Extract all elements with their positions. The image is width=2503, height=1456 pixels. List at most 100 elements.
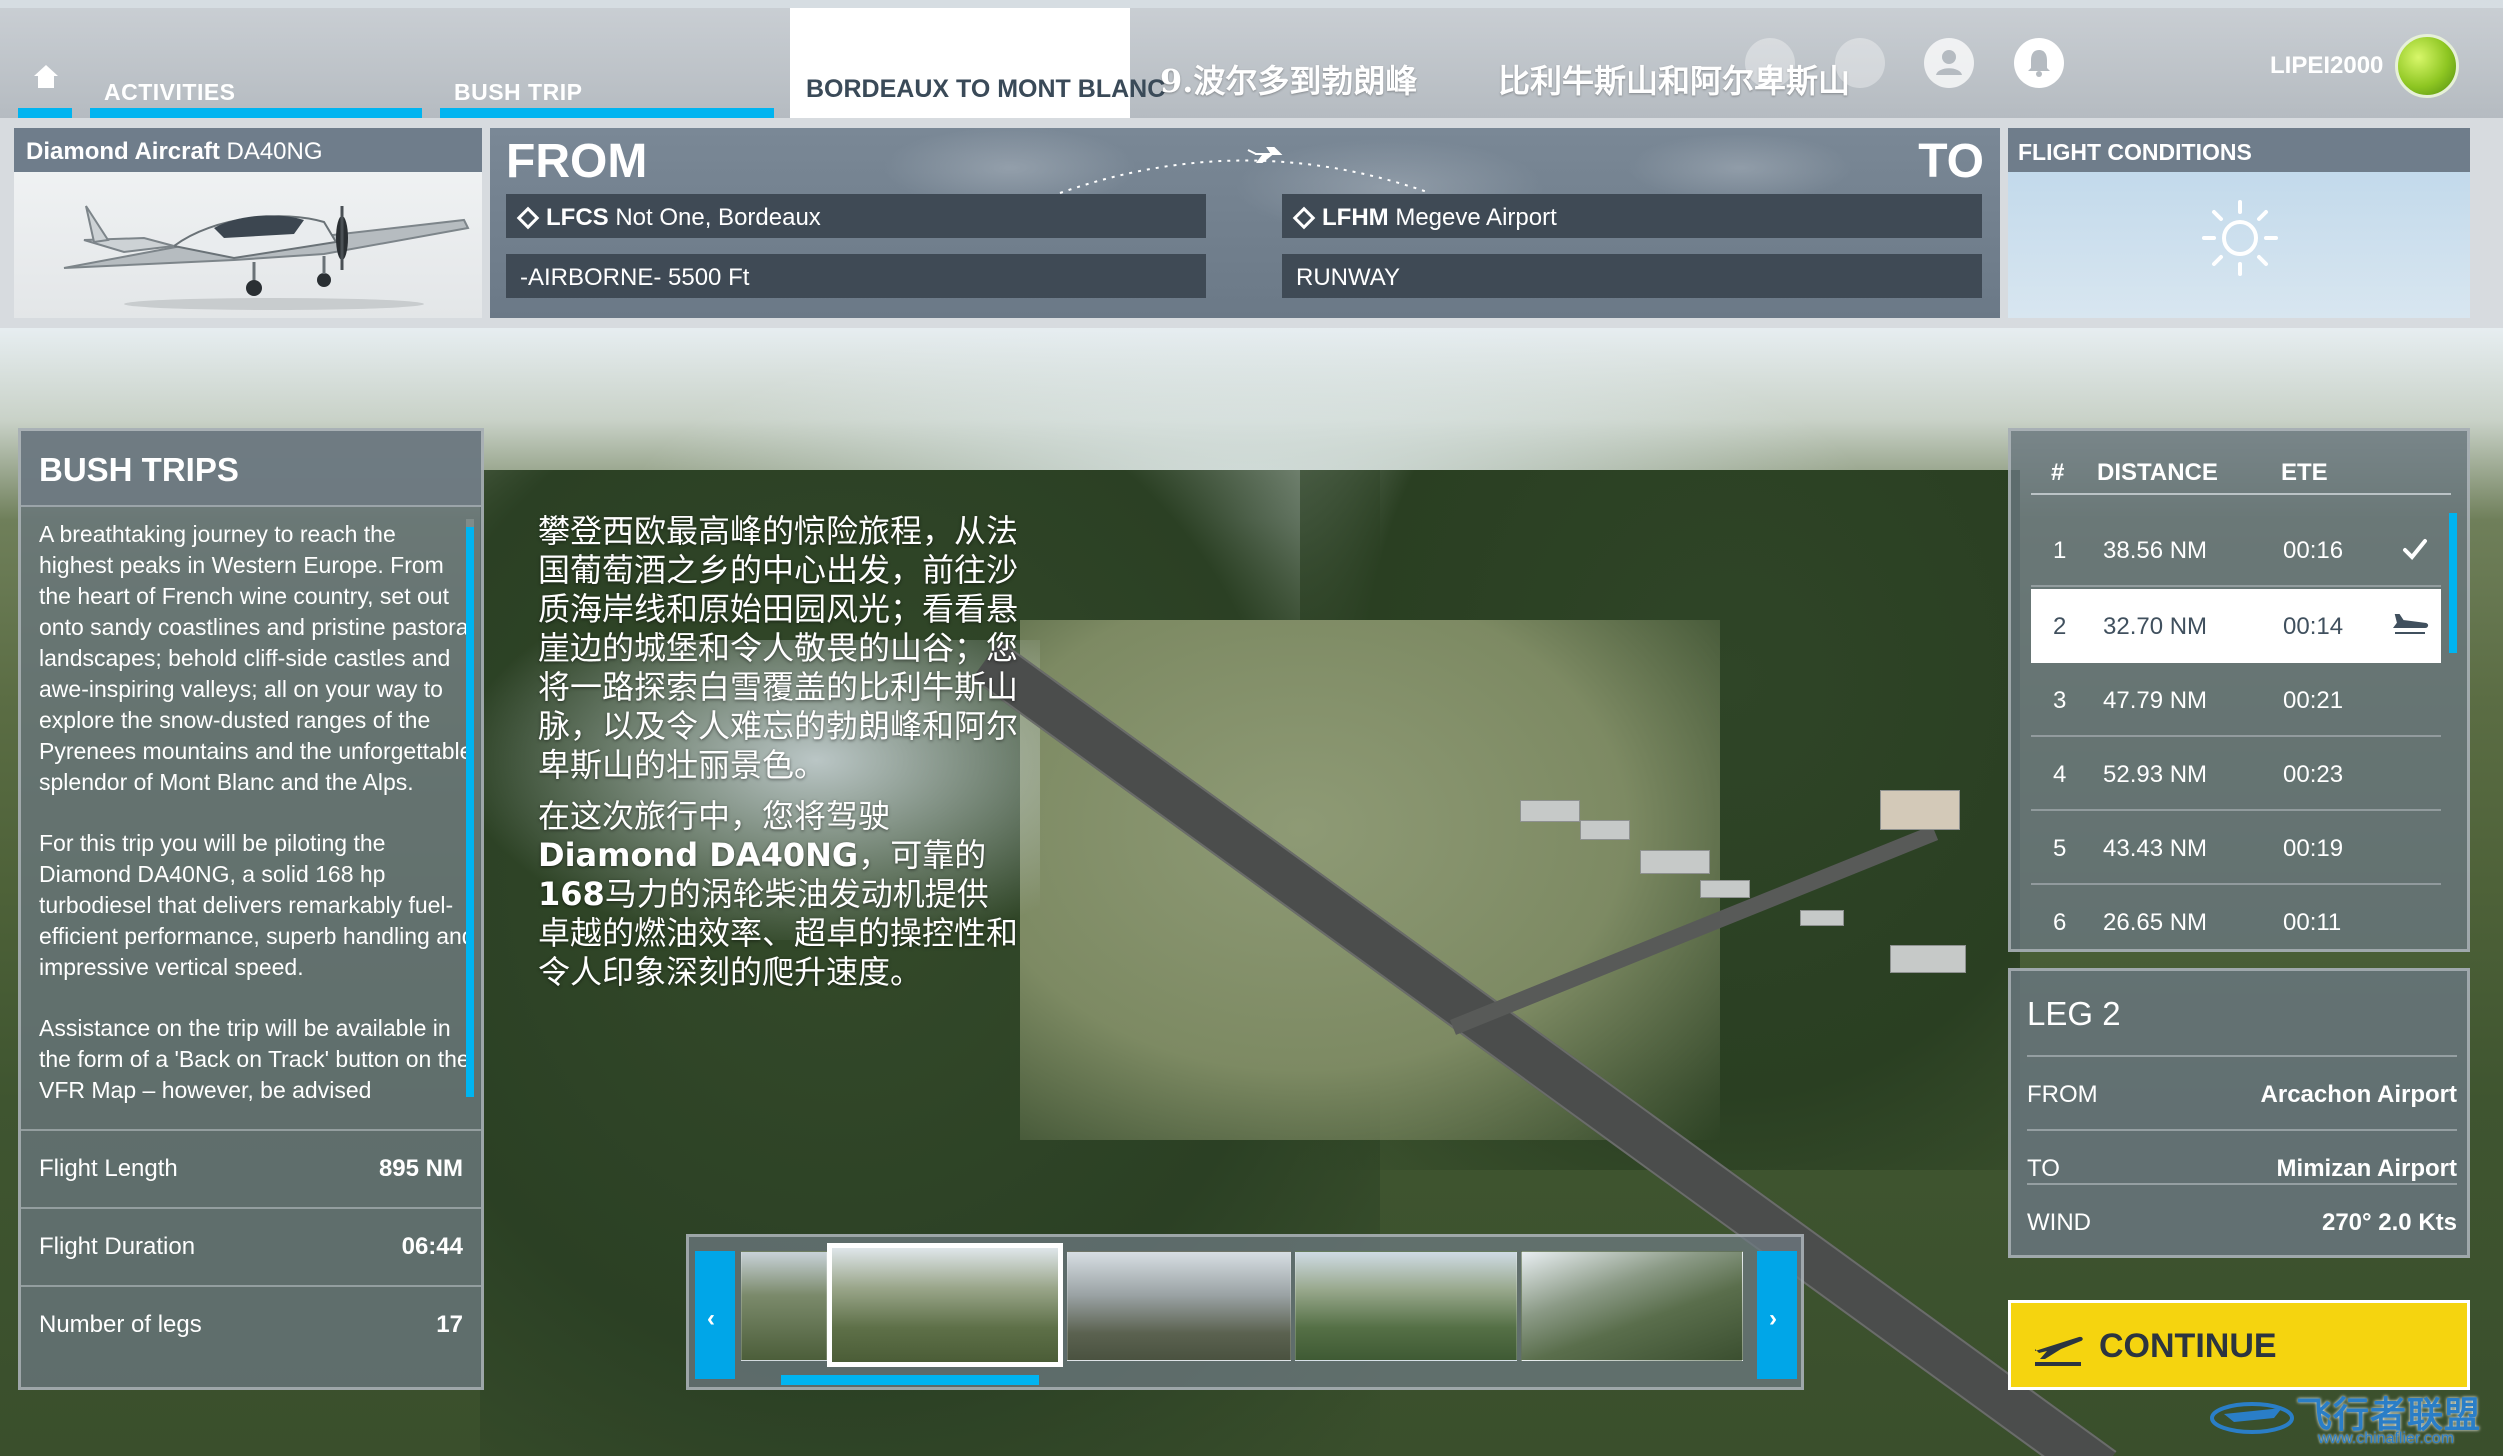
- ghost-icon: [1745, 38, 1795, 88]
- leg-row[interactable]: 5 43.43 NM 00:19: [2031, 811, 2441, 885]
- cn-text-fragment: 马力的涡轮柴油发动机提供卓越的燃油效率、超卓的操控性和令人印象深刻的爬升速度。: [538, 875, 1019, 991]
- stat-value: 17: [436, 1311, 463, 1338]
- cn-paragraph: 攀登西欧最高峰的惊险旅程，从法国葡萄酒之乡的中心出发，前往沙质海岸线和原始田园风…: [538, 512, 1019, 784]
- to-label: TO: [1918, 135, 1984, 188]
- flight-conditions-title: FLIGHT CONDITIONS: [2008, 128, 2470, 172]
- leg-num: 5: [2053, 835, 2067, 862]
- leg-ete: 00:11: [2283, 909, 2342, 936]
- active-tab-label: BORDEAUX TO MONT BLANC: [806, 75, 1166, 103]
- top-navigation: ACTIVITIES BUSH TRIP BORDEAUX TO MONT BL…: [0, 0, 2503, 118]
- aircraft-title: Diamond Aircraft DA40NG: [14, 128, 482, 172]
- nav-underline: [18, 108, 72, 118]
- carousel-thumbnail[interactable]: [1295, 1251, 1517, 1361]
- legs-scrollbar[interactable]: [2449, 513, 2457, 653]
- leg-row[interactable]: 4 52.93 NM 00:23: [2031, 737, 2441, 811]
- bell-icon[interactable]: [2014, 38, 2064, 88]
- leg-ete: 00:14: [2283, 613, 2344, 640]
- description-paragraph: Assistance on the trip will be available…: [39, 1015, 470, 1103]
- sun-icon: [2202, 200, 2278, 276]
- description-scrollbar[interactable]: [466, 519, 474, 1097]
- leg-wind-value: 270° 2.0 Kts: [2321, 1209, 2457, 1236]
- carousel-prev-button[interactable]: ‹: [695, 1251, 735, 1379]
- header-num: #: [2051, 459, 2065, 486]
- arrival-airport-field[interactable]: LFHM Megeve Airport: [1282, 194, 1982, 238]
- leg-row[interactable]: 6 26.65 NM 00:11: [2031, 885, 2441, 949]
- leg-to-label: TO: [2027, 1155, 2060, 1182]
- leg-ete: 00:23: [2283, 761, 2344, 788]
- arrival-start-field[interactable]: RUNWAY: [1282, 254, 1982, 298]
- carousel-next-button[interactable]: ›: [1757, 1251, 1797, 1379]
- airport-marker-icon: [516, 206, 540, 230]
- departure-airport-field[interactable]: LFCS Not One, Bordeaux: [506, 194, 1206, 238]
- carousel-thumbnail-selected[interactable]: [827, 1243, 1063, 1367]
- home-icon: [34, 65, 58, 88]
- leg-num: 1: [2053, 537, 2067, 564]
- departure-start-field[interactable]: -AIRBORNE- 5500 Ft: [506, 254, 1206, 298]
- flight-conditions-card[interactable]: FLIGHT CONDITIONS: [2008, 128, 2470, 318]
- nav-home[interactable]: [18, 8, 72, 118]
- leg-row[interactable]: 3 47.79 NM 00:21: [2031, 663, 2441, 737]
- stat-number-of-legs: Number of legs 17: [21, 1285, 481, 1361]
- route-arc: [1059, 147, 1431, 194]
- screenshot-carousel: ‹ ›: [686, 1234, 1804, 1390]
- arrival-name: Megeve Airport: [1395, 204, 1557, 231]
- chevron-left-icon: ‹: [707, 1305, 715, 1332]
- header-distance: DISTANCE: [2097, 459, 2218, 486]
- carousel-thumbnail[interactable]: [741, 1251, 827, 1361]
- hangar: [1800, 910, 1844, 926]
- departure-name: Not One, Bordeaux: [615, 204, 821, 231]
- arrival-code: LFHM: [1322, 204, 1389, 231]
- nav-activities[interactable]: ACTIVITIES: [90, 8, 422, 118]
- stat-value: 06:44: [401, 1233, 463, 1260]
- carousel-thumbnail[interactable]: [1067, 1251, 1291, 1361]
- scrollbar-thumb[interactable]: [466, 527, 474, 1097]
- leg-from-row: FROM Arcachon Airport: [2027, 1055, 2457, 1129]
- leg-ete: 00:16: [2283, 537, 2344, 564]
- leg-wind-row: WIND 270° 2.0 Kts: [2027, 1183, 2457, 1257]
- leg-distance: 43.43 NM: [2103, 835, 2208, 862]
- continue-button[interactable]: CONTINUE: [2008, 1300, 2470, 1390]
- stat-flight-duration: Flight Duration 06:44: [21, 1207, 481, 1283]
- nav-bush-trip[interactable]: BUSH TRIP: [440, 8, 774, 118]
- username[interactable]: LIPEI2000: [2270, 52, 2383, 80]
- user-icon[interactable]: [1924, 38, 1974, 88]
- carousel-progress-bar: [781, 1375, 1039, 1385]
- leg-distance: 32.70 NM: [2103, 613, 2208, 640]
- aircraft-image: [63, 205, 470, 310]
- leg-info-panel: LEG 2 FROM Arcachon Airport TO Mimizan A…: [2008, 968, 2470, 1258]
- leg-num: 2: [2053, 613, 2067, 640]
- globe-icon[interactable]: [2395, 34, 2459, 98]
- aircraft-card[interactable]: Diamond Aircraft DA40NG: [14, 128, 482, 318]
- trip-description[interactable]: A breathtaking journey to reach the high…: [39, 519, 475, 1127]
- legs-table-header: # DISTANCE ETE: [2031, 449, 2451, 495]
- bell-glyph: [2028, 50, 2050, 77]
- leg-ete: 00:21: [2283, 687, 2344, 714]
- check-icon: [2403, 539, 2427, 560]
- watermark-logo: [2210, 1402, 2294, 1434]
- field-area: [1020, 620, 1720, 1140]
- airport-marker-icon: [1292, 206, 1316, 230]
- takeoff-icon: [2035, 1336, 2083, 1366]
- leg-to-value: Mimizan Airport: [2276, 1155, 2457, 1182]
- cn-text-fragment: 在这次旅行中，您将驾驶: [538, 797, 891, 835]
- ghost-icon: [1835, 38, 1885, 88]
- description-paragraph: For this trip you will be piloting the D…: [39, 830, 475, 980]
- leg-wind-label: WIND: [2027, 1209, 2091, 1236]
- hangar: [1890, 945, 1966, 973]
- continue-label: CONTINUE: [2099, 1327, 2277, 1365]
- leg-row[interactable]: 1 38.56 NM 00:16: [2031, 513, 2441, 587]
- from-label: FROM: [506, 135, 648, 188]
- nav-activities-label: ACTIVITIES: [104, 79, 236, 105]
- nav-active-tab[interactable]: BORDEAUX TO MONT BLANC: [790, 8, 1165, 118]
- leg-row-selected[interactable]: 2 32.70 NM 00:14: [2031, 589, 2441, 663]
- chinese-translation-overlay: 攀登西欧最高峰的惊险旅程，从法国葡萄酒之乡的中心出发，前往沙质海岸线和原始田园风…: [538, 512, 1018, 1004]
- stat-label: Flight Length: [39, 1155, 178, 1182]
- nav-underline: [440, 108, 774, 118]
- leg-distance: 47.79 NM: [2103, 687, 2208, 714]
- departure-code: LFCS: [546, 204, 609, 231]
- hangar: [1700, 880, 1750, 898]
- cn-text-fragment: ，可靠的: [858, 836, 987, 874]
- aircraft-model: DA40NG: [226, 138, 323, 165]
- stat-label: Number of legs: [39, 1311, 202, 1338]
- carousel-thumbnail[interactable]: [1521, 1251, 1743, 1361]
